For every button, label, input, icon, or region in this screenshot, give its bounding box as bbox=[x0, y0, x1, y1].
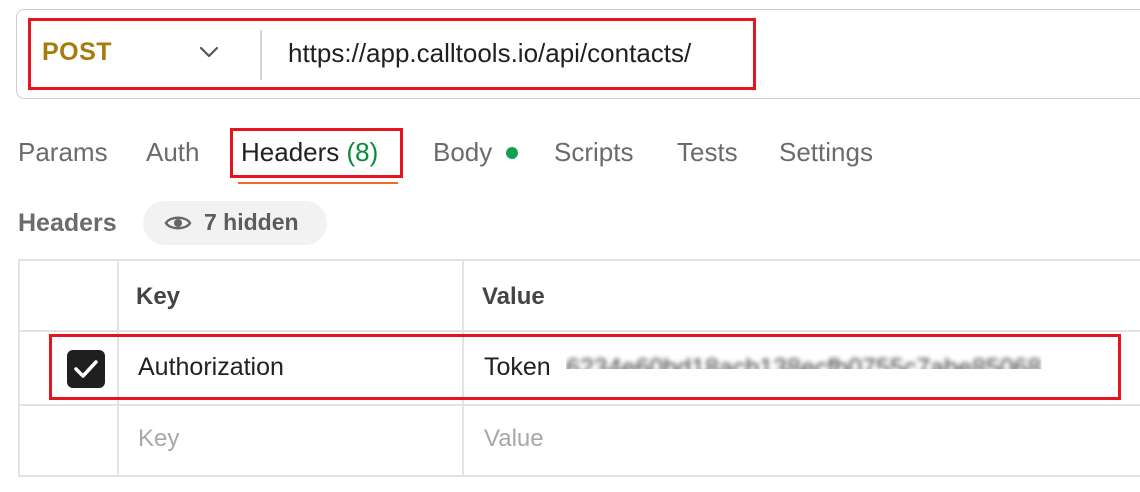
annotation-request-box bbox=[28, 18, 756, 90]
column-header-key: Key bbox=[136, 283, 181, 310]
table-left-border bbox=[18, 259, 20, 476]
tab-scripts[interactable]: Scripts bbox=[554, 137, 633, 168]
tab-settings[interactable]: Settings bbox=[779, 137, 873, 168]
annotation-headers-tab-box bbox=[230, 128, 403, 178]
new-value-input[interactable]: Value bbox=[484, 425, 544, 453]
table-header-border bbox=[18, 330, 1140, 332]
table-top-border bbox=[18, 259, 1140, 261]
tab-auth[interactable]: Auth bbox=[146, 137, 200, 168]
new-key-input[interactable]: Key bbox=[138, 425, 179, 453]
tab-body[interactable]: Body bbox=[433, 137, 492, 168]
hidden-count-label: 7 hidden bbox=[204, 209, 299, 235]
annotation-authorization-row-box bbox=[49, 334, 1121, 400]
eye-icon bbox=[164, 216, 192, 230]
table-bottom-border bbox=[18, 475, 1140, 477]
table-row-border bbox=[18, 404, 1140, 406]
tab-tests[interactable]: Tests bbox=[677, 137, 738, 168]
body-modified-dot bbox=[506, 147, 518, 159]
headers-title: Headers bbox=[18, 209, 117, 237]
tab-params[interactable]: Params bbox=[18, 137, 108, 168]
active-tab-indicator bbox=[238, 182, 398, 184]
column-header-value: Value bbox=[482, 283, 545, 310]
